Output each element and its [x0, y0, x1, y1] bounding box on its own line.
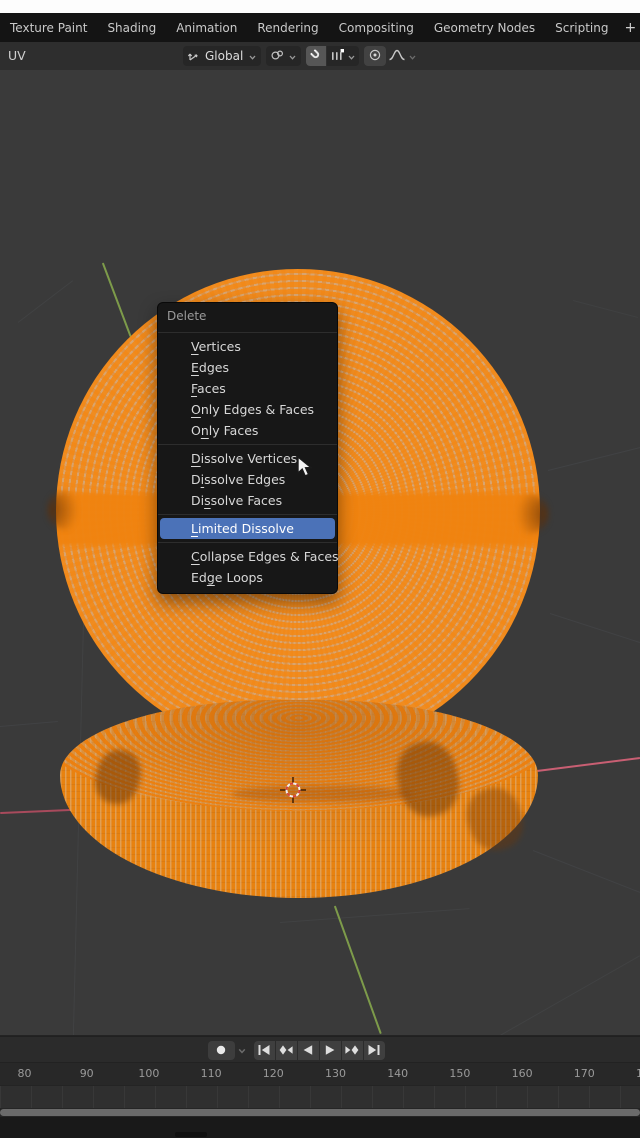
next-keyframe-icon	[344, 1044, 360, 1056]
editor-mode-label: UV	[8, 48, 26, 63]
auto-keying-record-button[interactable]	[208, 1041, 235, 1060]
y-axis-line	[334, 905, 381, 1033]
prev-keyframe-icon	[278, 1044, 294, 1056]
frame-tick-label: 90	[80, 1067, 94, 1080]
workspace-tab[interactable]: Rendering	[257, 21, 318, 35]
mouse-cursor-icon	[296, 456, 316, 482]
magnet-icon	[309, 47, 323, 66]
menu-separator	[158, 514, 337, 515]
base-step-shadow	[232, 786, 412, 802]
bottom-strip	[0, 1117, 640, 1138]
viewport-header-toolbar: UV Global	[0, 42, 640, 70]
transport-buttons	[254, 1041, 385, 1060]
grid-line	[500, 955, 640, 1036]
menu-item[interactable]: Dissolve Faces	[158, 490, 337, 511]
timeline-playbar	[0, 1036, 640, 1062]
frame-tick-label: 100	[138, 1067, 159, 1080]
jump-to-start-icon	[256, 1044, 272, 1056]
chevron-down-icon[interactable]	[237, 1041, 247, 1060]
workspace-tab[interactable]: Compositing	[339, 21, 414, 35]
chevron-down-icon	[347, 47, 356, 66]
workspace-tab[interactable]: Shading	[107, 21, 156, 35]
frame-tick-label: 160	[512, 1067, 533, 1080]
chevron-down-icon[interactable]	[408, 47, 417, 66]
frame-tick-label: 150	[449, 1067, 470, 1080]
workspace-tab[interactable]: Scripting	[555, 21, 608, 35]
falloff-curve-icon[interactable]	[388, 47, 406, 66]
frame-tick-label: 180	[636, 1067, 640, 1080]
chevron-down-icon	[288, 47, 297, 66]
grid-line	[548, 447, 640, 471]
bottom-panel-nub	[175, 1132, 207, 1137]
proportional-group	[364, 46, 417, 66]
orientation-axes-icon	[187, 47, 200, 66]
menu-separator	[158, 542, 337, 543]
workspace-tab[interactable]: Animation	[176, 21, 237, 35]
workspace-tabbar: Texture Paint Shading Animation Rendering Co…	[0, 13, 640, 42]
menu-title: Delete	[158, 303, 337, 329]
add-workspace-button[interactable]: +	[624, 20, 636, 36]
timeline-ruler[interactable]: 80 90 100 110 120 130 140 150 160 170 180	[0, 1062, 640, 1085]
orientation-value: Global	[203, 49, 245, 63]
jump-to-end-icon	[366, 1044, 382, 1056]
top-margin	[0, 0, 640, 13]
sphere-notch-right	[504, 494, 548, 534]
jump-to-end-button[interactable]	[364, 1041, 385, 1060]
grid-line	[550, 613, 640, 643]
proportional-editing-toggle[interactable]	[364, 46, 386, 66]
prev-keyframe-button[interactable]	[276, 1041, 297, 1060]
scrollbar-thumb[interactable]	[0, 1109, 640, 1116]
chevron-down-icon	[248, 47, 257, 66]
frame-tick-label: 120	[263, 1067, 284, 1080]
menu-item[interactable]: Collapse Edges & Faces	[158, 546, 337, 567]
menu-item[interactable]: Edge Loops	[158, 567, 337, 588]
play-reverse-icon	[300, 1044, 316, 1056]
grid-line	[18, 280, 73, 323]
delete-context-menu: Delete VerticesEdgesFacesOnly Edges & Fa…	[157, 302, 338, 594]
snap-target-icon	[270, 47, 285, 66]
playback-controls	[0, 1037, 616, 1063]
3d-cursor	[279, 776, 307, 808]
frame-tick-label: 80	[18, 1067, 32, 1080]
grid-line	[573, 300, 638, 318]
menu-item[interactable]: Only Edges & Faces	[158, 399, 337, 420]
tool-widgets: Global	[183, 46, 417, 66]
proportional-editing-icon	[368, 47, 382, 66]
menu-item[interactable]: Faces	[158, 378, 337, 399]
auto-keying-group	[208, 1041, 247, 1060]
menu-item[interactable]: Limited Dissolve	[160, 518, 335, 539]
transform-orientation-dropdown[interactable]: Global	[183, 46, 261, 66]
menu-item[interactable]: Vertices	[158, 336, 337, 357]
jump-to-start-button[interactable]	[254, 1041, 275, 1060]
play-button[interactable]	[320, 1041, 341, 1060]
grid-line	[0, 721, 58, 727]
timeline-channel-area[interactable]	[0, 1085, 640, 1108]
menu-item[interactable]: Only Faces	[158, 420, 337, 441]
snap-target-dropdown[interactable]	[266, 46, 301, 66]
frame-tick-label: 110	[201, 1067, 222, 1080]
x-axis-line	[537, 757, 640, 772]
grid-line	[280, 908, 470, 923]
blender-window: Texture Paint Shading Animation Rendering Co…	[0, 0, 640, 1138]
frame-tick-label: 140	[387, 1067, 408, 1080]
grid-line	[533, 850, 640, 893]
workspace-tab[interactable]: Texture Paint	[10, 21, 87, 35]
play-reverse-button[interactable]	[298, 1041, 319, 1060]
frame-tick-label: 130	[325, 1067, 346, 1080]
y-axis-line	[102, 262, 131, 336]
next-keyframe-button[interactable]	[342, 1041, 363, 1060]
menu-separator	[158, 332, 337, 333]
frame-tick-label: 170	[574, 1067, 595, 1080]
play-icon	[322, 1044, 338, 1056]
snap-magnet-toggle[interactable]	[306, 46, 326, 66]
sphere-notch-left	[48, 490, 90, 530]
timeline-scrollbar[interactable]	[0, 1108, 640, 1117]
snap-increment-icon	[330, 47, 345, 66]
snap-group	[306, 46, 359, 66]
workspace-tab[interactable]: Geometry Nodes	[434, 21, 535, 35]
snap-with-dropdown[interactable]	[327, 46, 359, 66]
menu-item[interactable]: Edges	[158, 357, 337, 378]
menu-separator	[158, 444, 337, 445]
